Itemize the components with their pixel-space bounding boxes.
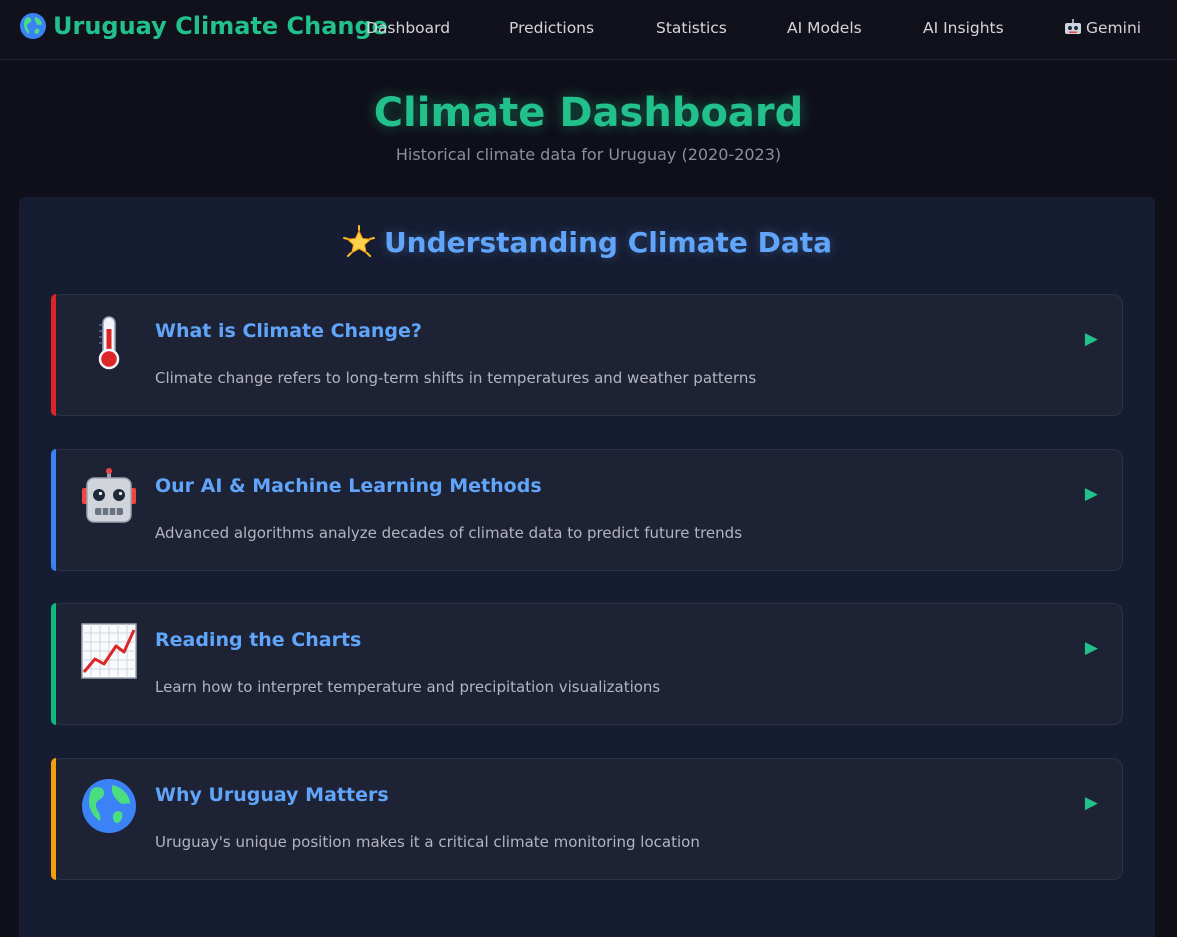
robot-icon xyxy=(82,468,136,523)
card-why-uruguay[interactable]: Why Uruguay Matters Uruguay's unique pos… xyxy=(51,758,1123,880)
robot-icon xyxy=(1065,19,1081,34)
card-description: Advanced algorithms analyze decades of c… xyxy=(155,524,743,542)
nav-gemini-label: Gemini xyxy=(1086,19,1142,37)
expand-arrow-icon[interactable]: ▶ xyxy=(1085,638,1098,658)
brand-link[interactable]: Uruguay Climate Change xyxy=(19,12,388,40)
card-accent-bar xyxy=(51,449,56,571)
glowing-star-icon xyxy=(342,225,375,257)
page-title: Climate Dashboard xyxy=(373,90,804,136)
expand-arrow-icon[interactable]: ▶ xyxy=(1085,484,1098,504)
card-title: Our AI & Machine Learning Methods xyxy=(155,475,542,497)
panel-title: Understanding Climate Data xyxy=(19,225,1155,259)
nav-ai-insights[interactable]: AI Insights xyxy=(923,19,1004,37)
expand-arrow-icon[interactable]: ▶ xyxy=(1085,793,1098,813)
card-description: Uruguay's unique position makes it a cri… xyxy=(155,833,700,851)
page-subtitle: Historical climate data for Uruguay (202… xyxy=(395,145,782,164)
top-navbar: Uruguay Climate Change Dashboard Predict… xyxy=(0,0,1177,60)
chart-increasing-icon xyxy=(81,623,137,679)
card-title: What is Climate Change? xyxy=(155,320,422,342)
card-accent-bar xyxy=(51,758,56,880)
nav-statistics[interactable]: Statistics xyxy=(656,19,727,37)
card-accent-bar xyxy=(51,294,56,416)
nav-gemini[interactable]: Gemini xyxy=(1064,19,1141,37)
brand-label: Uruguay Climate Change xyxy=(53,12,388,40)
expand-arrow-icon[interactable]: ▶ xyxy=(1085,329,1098,349)
nav-predictions[interactable]: Predictions xyxy=(509,19,594,37)
nav-ai-models[interactable]: AI Models xyxy=(787,19,862,37)
card-climate-change[interactable]: What is Climate Change? Climate change r… xyxy=(51,294,1123,416)
card-reading-charts[interactable]: Reading the Charts Learn how to interpre… xyxy=(51,603,1123,725)
thermometer-icon xyxy=(98,316,120,370)
panel-title-label: Understanding Climate Data xyxy=(383,225,833,259)
globe-icon xyxy=(82,779,136,833)
card-title: Reading the Charts xyxy=(155,629,362,651)
globe-icon xyxy=(20,13,46,39)
card-description: Learn how to interpret temperature and p… xyxy=(155,678,661,696)
card-accent-bar xyxy=(51,603,56,725)
nav-dashboard[interactable]: Dashboard xyxy=(366,19,450,37)
card-description: Climate change refers to long-term shift… xyxy=(155,369,757,387)
card-title: Why Uruguay Matters xyxy=(155,784,389,806)
understanding-panel: Understanding Climate Data What is Clima… xyxy=(19,197,1155,937)
card-ai-methods[interactable]: Our AI & Machine Learning Methods Advanc… xyxy=(51,449,1123,571)
